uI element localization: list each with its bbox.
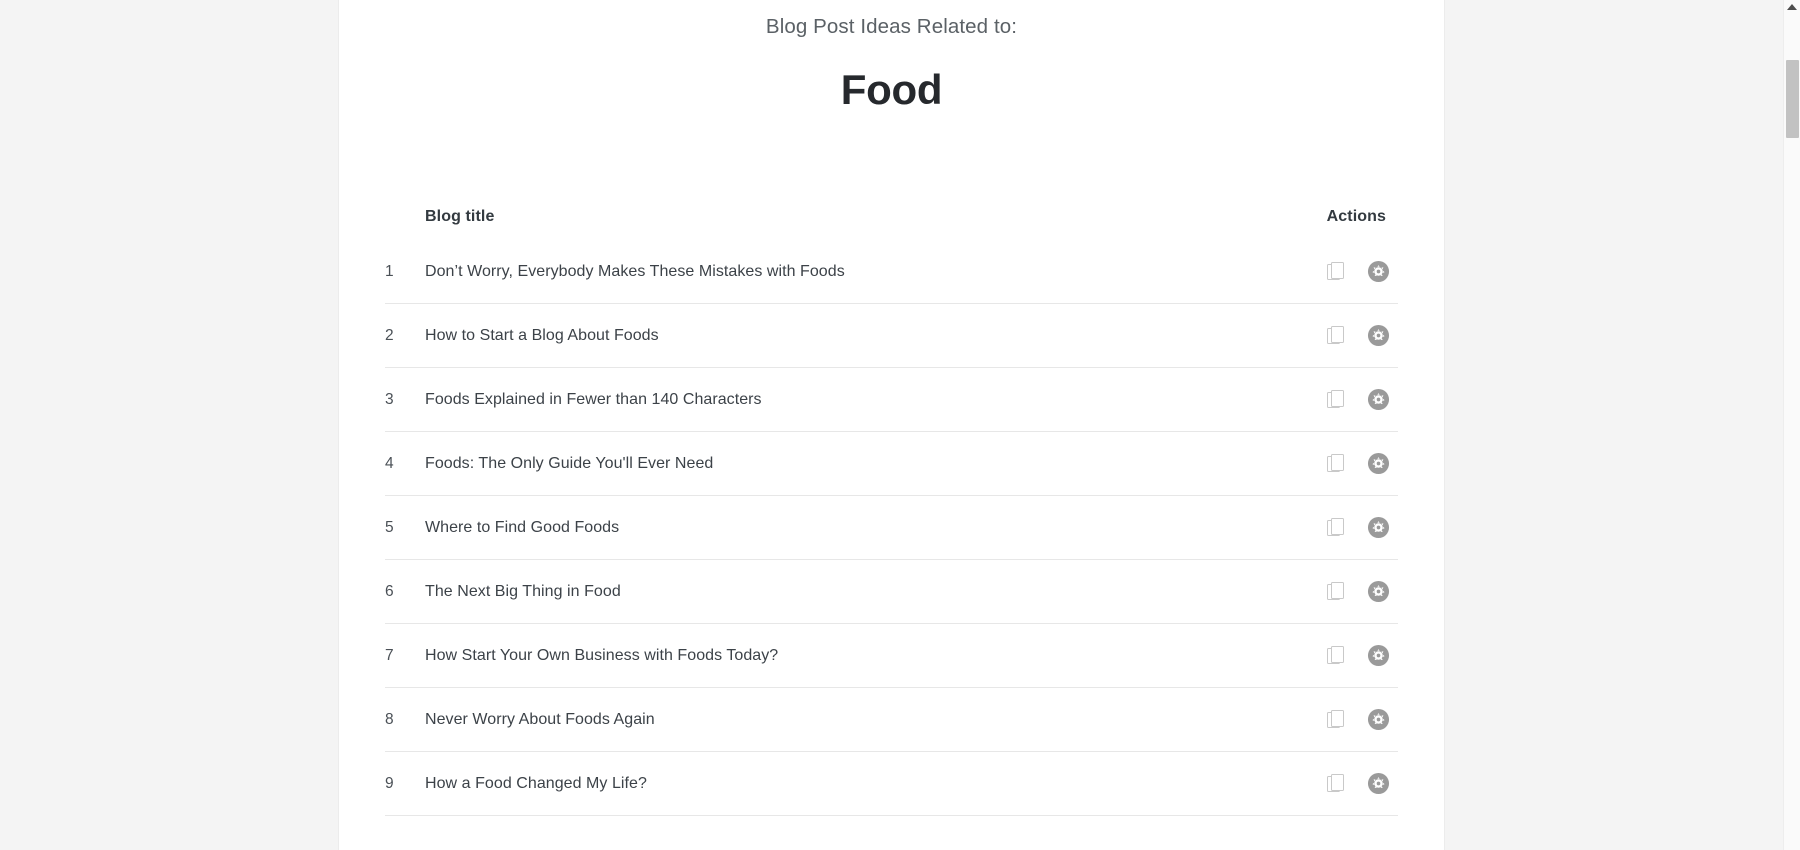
copy-button[interactable] (1327, 453, 1345, 474)
copy-button[interactable] (1327, 581, 1345, 602)
card-inner: Blog Post Ideas Related to: Food Blog ti… (339, 0, 1444, 816)
blog-ideas-table: Blog title Actions 1 Don’t Worry, Everybo… (385, 208, 1398, 816)
page-eyebrow: Blog Post Ideas Related to: (765, 15, 1018, 38)
copy-icon (1327, 773, 1345, 794)
settings-button[interactable] (1367, 516, 1390, 539)
content-card: Blog Post Ideas Related to: Food Blog ti… (338, 0, 1445, 850)
copy-icon (1327, 389, 1345, 410)
copy-icon (1327, 325, 1345, 346)
row-blog-title[interactable]: Foods: The Only Guide You'll Ever Need (425, 455, 1258, 473)
row-index: 9 (385, 774, 394, 792)
row-actions (1258, 324, 1398, 347)
row-index: 1 (385, 262, 394, 280)
row-blog-title[interactable]: How Start Your Own Business with Foods T… (425, 647, 1258, 665)
copy-icon (1327, 453, 1345, 474)
row-index: 6 (385, 582, 394, 600)
settings-button[interactable] (1367, 580, 1390, 603)
settings-button[interactable] (1367, 772, 1390, 795)
gear-icon (1367, 260, 1390, 283)
row-index: 7 (385, 646, 394, 664)
table-row[interactable]: 2 How to Start a Blog About Foods (385, 304, 1398, 368)
row-blog-title[interactable]: Where to Find Good Foods (425, 519, 1258, 537)
row-index: 2 (385, 326, 394, 344)
row-index: 4 (385, 454, 394, 472)
copy-button[interactable] (1327, 325, 1345, 346)
row-index: 8 (385, 710, 394, 728)
row-blog-title[interactable]: The Next Big Thing in Food (425, 583, 1258, 601)
column-header-blog-title: Blog title (425, 208, 495, 225)
row-actions (1258, 708, 1398, 731)
column-header-actions: Actions (1326, 208, 1386, 225)
page-title: Food (840, 66, 943, 113)
copy-button[interactable] (1327, 773, 1345, 794)
vertical-scrollbar[interactable] (1783, 0, 1800, 850)
gear-icon (1367, 388, 1390, 411)
copy-button[interactable] (1327, 645, 1345, 666)
table-row[interactable]: 7 How Start Your Own Business with Foods … (385, 624, 1398, 688)
gear-icon (1367, 516, 1390, 539)
settings-button[interactable] (1367, 644, 1390, 667)
row-blog-title[interactable]: How a Food Changed My Life? (425, 775, 1258, 793)
table-row[interactable]: 4 Foods: The Only Guide You'll Ever Need (385, 432, 1398, 496)
copy-icon (1327, 261, 1345, 282)
caret-up-icon[interactable] (1787, 4, 1797, 10)
settings-button[interactable] (1367, 452, 1390, 475)
table-header-row: Blog title Actions (385, 208, 1398, 240)
gear-icon (1367, 324, 1390, 347)
row-actions (1258, 452, 1398, 475)
row-actions (1258, 580, 1398, 603)
row-actions (1258, 260, 1398, 283)
row-actions (1258, 516, 1398, 539)
row-index: 3 (385, 390, 394, 408)
row-blog-title[interactable]: How to Start a Blog About Foods (425, 327, 1258, 345)
table-body: 1 Don’t Worry, Everybody Makes These Mist… (385, 240, 1398, 816)
row-actions (1258, 772, 1398, 795)
row-actions (1258, 388, 1398, 411)
page-viewport: Blog Post Ideas Related to: Food Blog ti… (0, 0, 1800, 850)
copy-button[interactable] (1327, 389, 1345, 410)
gear-icon (1367, 644, 1390, 667)
row-blog-title[interactable]: Don’t Worry, Everybody Makes These Mista… (425, 263, 1258, 281)
table-row[interactable]: 5 Where to Find Good Foods (385, 496, 1398, 560)
row-index: 5 (385, 518, 394, 536)
table-row[interactable]: 1 Don’t Worry, Everybody Makes These Mist… (385, 240, 1398, 304)
table-row[interactable]: 8 Never Worry About Foods Again (385, 688, 1398, 752)
copy-icon (1327, 709, 1345, 730)
scrollbar-thumb[interactable] (1786, 60, 1799, 138)
table-row[interactable]: 9 How a Food Changed My Life? (385, 752, 1398, 816)
row-actions (1258, 644, 1398, 667)
settings-button[interactable] (1367, 708, 1390, 731)
settings-button[interactable] (1367, 260, 1390, 283)
copy-button[interactable] (1327, 517, 1345, 538)
gear-icon (1367, 708, 1390, 731)
settings-button[interactable] (1367, 324, 1390, 347)
copy-icon (1327, 517, 1345, 538)
table-row[interactable]: 6 The Next Big Thing in Food (385, 560, 1398, 624)
gear-icon (1367, 580, 1390, 603)
page-header: Blog Post Ideas Related to: Food (385, 0, 1398, 116)
gear-icon (1367, 772, 1390, 795)
row-blog-title[interactable]: Never Worry About Foods Again (425, 711, 1258, 729)
gear-icon (1367, 452, 1390, 475)
copy-icon (1327, 581, 1345, 602)
table-row[interactable]: 3 Foods Explained in Fewer than 140 Chara… (385, 368, 1398, 432)
copy-button[interactable] (1327, 261, 1345, 282)
copy-icon (1327, 645, 1345, 666)
settings-button[interactable] (1367, 388, 1390, 411)
row-blog-title[interactable]: Foods Explained in Fewer than 140 Charac… (425, 391, 1258, 409)
copy-button[interactable] (1327, 709, 1345, 730)
